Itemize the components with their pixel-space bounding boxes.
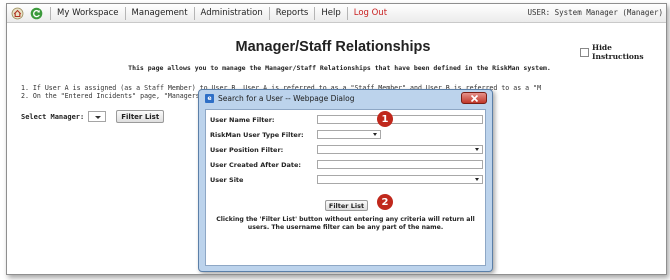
instruction-2: 2. On the "Entered Incidents" page, "Man… — [21, 92, 209, 100]
hide-instructions-checkbox[interactable] — [580, 47, 589, 57]
hide-instructions-toggle[interactable]: Hide Instructions — [580, 43, 666, 61]
callout-badge-1: 1 — [377, 111, 393, 127]
close-button[interactable] — [461, 92, 487, 104]
user-name-filter-label: User Name Filter: — [210, 116, 275, 124]
dialog-note-line-2: users. The username filter can be any pa… — [247, 224, 444, 231]
nav-divider — [124, 6, 126, 20]
webpage-icon: e — [205, 94, 214, 103]
nav-log-out[interactable]: Log Out — [354, 8, 387, 18]
nav-my-workspace[interactable]: My Workspace — [57, 8, 119, 18]
user-site-label: User Site — [210, 176, 244, 184]
dialog-body: User Name Filter: RiskMan User Type Filt… — [205, 109, 486, 266]
home-icon[interactable] — [10, 6, 25, 21]
nav-help[interactable]: Help — [321, 8, 340, 18]
dialog-title: Search for a User -- Webpage Dialog — [218, 94, 355, 103]
select-manager-row: Select Manager: Filter List — [21, 110, 165, 123]
close-icon — [470, 94, 478, 102]
created-after-date-label: User Created After Date: — [210, 161, 301, 169]
user-position-filter-label: User Position Filter: — [210, 146, 284, 154]
nav-divider — [50, 6, 51, 20]
current-user-label: USER: System Manager (Manager) — [527, 8, 663, 17]
select-manager-dropdown[interactable] — [88, 111, 107, 122]
user-type-filter-label: RiskMan User Type Filter: — [210, 131, 304, 139]
select-manager-label: Select Manager: — [21, 112, 85, 121]
filter-list-button[interactable]: Filter List — [116, 110, 165, 123]
dialog-titlebar[interactable]: e Search for a User -- Webpage Dialog — [199, 90, 492, 107]
dialog-filter-list-button[interactable]: Filter List — [325, 200, 368, 211]
app-window: My Workspace Management Administration R… — [6, 3, 667, 275]
nav-administration[interactable]: Administration — [201, 8, 263, 18]
nav-divider — [346, 6, 348, 20]
user-name-filter-input[interactable] — [317, 115, 483, 124]
page-title: Manager/Staff Relationships — [235, 39, 431, 55]
callout-badge-2: 2 — [377, 194, 393, 210]
user-site-select[interactable] — [317, 175, 483, 184]
dialog-note: Clicking the 'Filter List' button withou… — [206, 216, 485, 232]
page-description: This page allows you to manage the Manag… — [128, 64, 551, 72]
user-position-filter-select[interactable] — [317, 145, 483, 154]
nav-divider — [314, 6, 316, 20]
refresh-icon[interactable] — [29, 6, 44, 21]
created-after-date-input[interactable] — [317, 160, 483, 169]
search-user-dialog: e Search for a User -- Webpage Dialog Us… — [198, 89, 493, 272]
nav-reports[interactable]: Reports — [276, 8, 309, 18]
hide-instructions-label: Hide Instructions — [591, 43, 644, 61]
dialog-note-line-1: Clicking the 'Filter List' button withou… — [216, 216, 475, 223]
top-nav: My Workspace Management Administration R… — [7, 4, 666, 23]
nav-divider — [268, 6, 270, 20]
nav-divider — [193, 6, 195, 20]
user-type-filter-select[interactable] — [317, 130, 381, 139]
nav-management[interactable]: Management — [132, 8, 188, 18]
